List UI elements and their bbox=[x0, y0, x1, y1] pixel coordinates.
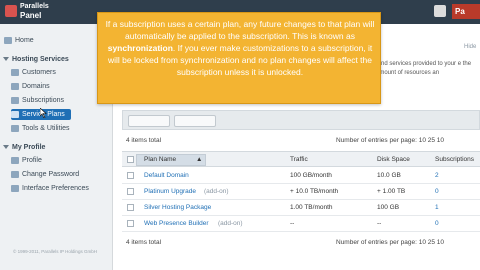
sidebar-heading-my-profile[interactable]: My Profile bbox=[3, 143, 45, 153]
mouse-cursor-icon bbox=[40, 108, 47, 118]
column-header-plan-name[interactable]: Plan Name bbox=[144, 156, 176, 164]
select-all-checkbox[interactable] bbox=[127, 156, 134, 163]
customers-icon bbox=[11, 69, 19, 76]
sidebar-item-tools-utilities[interactable]: Tools & Utilities bbox=[11, 123, 109, 134]
sidebar-item-label: Home bbox=[15, 37, 34, 44]
parallels-logo-icon bbox=[5, 5, 17, 17]
sidebar-item-home[interactable]: Home bbox=[4, 35, 109, 46]
table-row: Web Presence Builder (add-on) -- -- 0 bbox=[122, 216, 480, 232]
tooltip-bold-term: synchronization bbox=[107, 43, 173, 53]
sidebar-item-subscriptions[interactable]: Subscriptions bbox=[11, 95, 109, 106]
traffic-value: 100 GB/month bbox=[290, 172, 332, 179]
disk-space-value: 100 GB bbox=[377, 204, 400, 211]
plan-name-link[interactable]: Silver Hosting Package bbox=[144, 204, 211, 212]
table-row: Platinum Upgrade (add-on) + 10.0 TB/mont… bbox=[122, 184, 480, 200]
sidebar-item-interface-preferences[interactable]: Interface Preferences bbox=[11, 183, 109, 194]
disk-space-value: 10.0 GB bbox=[377, 172, 401, 179]
disk-space-value: + 1.00 TB bbox=[377, 188, 406, 195]
subscriptions-count-link[interactable]: 0 bbox=[435, 188, 439, 196]
plan-name-link[interactable]: Web Presence Builder bbox=[144, 220, 209, 228]
table-row: Default Domain 100 GB/month 10.0 GB 2 bbox=[122, 168, 480, 184]
sidebar-item-domains[interactable]: Domains bbox=[11, 81, 109, 92]
sidebar-item-label: Change Password bbox=[22, 171, 80, 178]
brand-badge: Pa bbox=[452, 4, 480, 19]
logo-text-panel: Panel bbox=[20, 11, 42, 20]
row-checkbox[interactable] bbox=[127, 172, 134, 179]
subscriptions-count-link[interactable]: 1 bbox=[435, 204, 439, 212]
sort-arrow-icon: ▲ bbox=[196, 156, 203, 163]
synchronization-tooltip: If a subscription uses a certain plan, a… bbox=[97, 12, 381, 104]
sidebar-item-label: Domains bbox=[22, 83, 50, 90]
collapse-arrow-icon bbox=[3, 57, 9, 62]
items-total: 4 items total bbox=[126, 137, 162, 144]
row-checkbox[interactable] bbox=[127, 220, 134, 227]
disk-space-value: -- bbox=[377, 220, 382, 227]
column-header-traffic[interactable]: Traffic bbox=[290, 156, 308, 164]
traffic-value: -- bbox=[290, 220, 295, 227]
addon-tag: (add-on) bbox=[218, 220, 243, 227]
traffic-value: 1.00 TB/month bbox=[290, 204, 333, 211]
subscriptions-count-link[interactable]: 2 bbox=[435, 172, 439, 180]
password-icon bbox=[11, 171, 19, 178]
addon-tag: (add-on) bbox=[204, 188, 229, 195]
profile-icon bbox=[11, 157, 19, 164]
hide-link[interactable]: Hide bbox=[464, 44, 476, 50]
tooltip-text: If a subscription uses a certain plan, a… bbox=[105, 19, 375, 77]
toolbar-button[interactable] bbox=[128, 115, 170, 127]
tools-icon bbox=[11, 125, 19, 132]
sidebar-item-label: Subscriptions bbox=[22, 97, 65, 104]
table-row: Silver Hosting Package 1.00 TB/month 100… bbox=[122, 200, 480, 216]
sidebar-item-label: Customers bbox=[22, 69, 56, 76]
items-total-bottom: 4 items total bbox=[126, 239, 162, 246]
sidebar-item-change-password[interactable]: Change Password bbox=[11, 169, 109, 180]
home-icon bbox=[4, 37, 12, 44]
toolbar bbox=[122, 110, 480, 130]
preferences-icon bbox=[11, 185, 19, 192]
column-header-subscriptions[interactable]: Subscriptions bbox=[435, 156, 474, 164]
parallels-logo[interactable]: Parallels Panel bbox=[5, 3, 65, 21]
column-header-disk-space[interactable]: Disk Space bbox=[377, 156, 410, 164]
traffic-value: + 10.0 TB/month bbox=[290, 188, 339, 195]
toolbar-button[interactable] bbox=[174, 115, 216, 127]
row-checkbox[interactable] bbox=[127, 204, 134, 211]
help-icon[interactable] bbox=[434, 5, 446, 17]
subscriptions-count-link[interactable]: 0 bbox=[435, 220, 439, 228]
domains-icon bbox=[11, 83, 19, 90]
plan-name-link[interactable]: Default Domain bbox=[144, 172, 189, 180]
service-plans-icon bbox=[11, 111, 19, 118]
row-checkbox[interactable] bbox=[127, 188, 134, 195]
table-header: Plan Name ▲ Traffic Disk Space Subscript… bbox=[122, 151, 480, 167]
entries-per-page[interactable]: Number of entries per page: 10 25 10 bbox=[336, 137, 444, 144]
sidebar-item-profile[interactable]: Profile bbox=[11, 155, 109, 166]
sidebar-item-label: Profile bbox=[22, 157, 42, 164]
collapse-arrow-icon bbox=[3, 145, 9, 150]
sidebar-item-label: Interface Preferences bbox=[22, 185, 89, 192]
plan-name-link[interactable]: Platinum Upgrade bbox=[144, 188, 196, 196]
logo-text-parallels: Parallels bbox=[20, 3, 49, 10]
subscriptions-icon bbox=[11, 97, 19, 104]
copyright-footer: © 1999-2011, Parallels IP Holdings GmbH bbox=[13, 249, 97, 254]
sidebar-item-customers[interactable]: Customers bbox=[11, 67, 109, 78]
entries-per-page-bottom[interactable]: Number of entries per page: 10 25 10 bbox=[336, 239, 444, 246]
sidebar-heading-hosting-services[interactable]: Hosting Services bbox=[3, 55, 69, 65]
page-description: fend services provided to your e the amo… bbox=[376, 61, 472, 76]
sidebar-item-label: Tools & Utilities bbox=[22, 125, 70, 132]
